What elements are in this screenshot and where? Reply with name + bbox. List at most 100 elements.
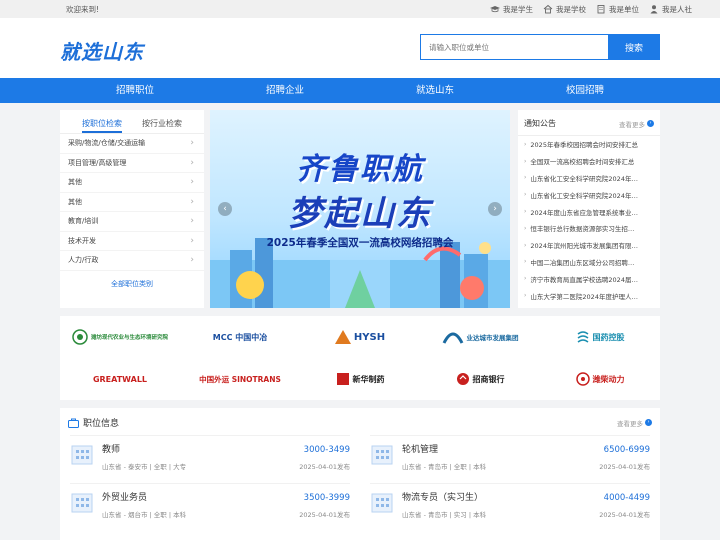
nav-campus[interactable]: 校园招聘 bbox=[510, 78, 660, 103]
nav-shandong[interactable]: 就选山东 bbox=[360, 78, 510, 103]
search-input[interactable] bbox=[420, 34, 608, 60]
job-date: 2025-04-01发布 bbox=[599, 463, 650, 471]
notice-item-text: 山东省化工安全科学研究院2024年… bbox=[530, 191, 638, 200]
building-icon bbox=[371, 493, 393, 513]
chevron-left-icon: ‹ bbox=[223, 204, 227, 214]
notice-item-text: 2024年滨州阳光城市发展集团有限… bbox=[530, 242, 638, 251]
link-hr-dept[interactable]: 我是人社 bbox=[649, 4, 692, 15]
category-item[interactable]: 采购/物流/仓储/交通运输 › bbox=[60, 134, 204, 154]
company-logo[interactable]: 国药控股 bbox=[576, 330, 625, 344]
job-listing-title: 职位信息 bbox=[83, 419, 120, 429]
category-item[interactable]: 教育/培训 › bbox=[60, 212, 204, 232]
bullet-icon: › bbox=[524, 241, 527, 249]
job-title: 外贸业务员 bbox=[102, 493, 148, 503]
search-button[interactable]: 搜索 bbox=[608, 34, 660, 60]
company-logo[interactable]: 新华制药 bbox=[336, 372, 385, 386]
notice-item-text: 全国双一流高校招聘会时间安排汇总 bbox=[530, 158, 635, 167]
notice-item[interactable]: › 山东省化工安全科学研究院2024年… bbox=[518, 186, 660, 203]
company-name: GREATWALL bbox=[92, 374, 148, 384]
notice-item-text: 2025年春季校园招聘会时间安排汇总 bbox=[530, 141, 638, 150]
notice-item[interactable]: › 2024年滨州阳光城市发展集团有限… bbox=[518, 237, 660, 254]
category-item[interactable]: 其他 › bbox=[60, 173, 204, 193]
notice-item[interactable]: › 2024年度山东省应急管理系统事业… bbox=[518, 203, 660, 220]
company-logo[interactable]: MCC 中国中冶 bbox=[213, 332, 268, 343]
company-name: 业达城市发展集团 bbox=[466, 334, 519, 342]
company-name: 招商银行 bbox=[472, 374, 505, 384]
category-label: 教育/培训 bbox=[68, 217, 99, 226]
notice-item[interactable]: › 济宁市教育局直属学校选聘2024届… bbox=[518, 270, 660, 287]
link-employer[interactable]: 我是单位 bbox=[596, 4, 639, 15]
category-label: 技术开发 bbox=[68, 236, 96, 245]
site-logo[interactable]: 就选山东 bbox=[60, 36, 144, 65]
briefcase-icon bbox=[68, 418, 79, 428]
notice-item[interactable]: › 山东大学第二医院2024年度护理人… bbox=[518, 287, 660, 304]
category-item[interactable]: 其他 › bbox=[60, 193, 204, 212]
company-logo[interactable]: 招商银行 bbox=[456, 372, 505, 386]
category-item[interactable]: 技术开发 › bbox=[60, 232, 204, 251]
tab-by-position[interactable]: 按职位检索 bbox=[82, 118, 122, 133]
chevron-right-icon: › bbox=[190, 138, 194, 149]
job-more-link[interactable]: 查看更多 › bbox=[617, 418, 652, 428]
chevron-right-icon: › bbox=[190, 255, 194, 266]
notice-item[interactable]: › 恒丰银行总行数据资源部实习生招… bbox=[518, 220, 660, 237]
category-item[interactable]: 人力/行政 › bbox=[60, 251, 204, 271]
link-student[interactable]: 我是学生 bbox=[490, 4, 533, 15]
notice-item[interactable]: › 中国二冶集团山东区域分公司招聘… bbox=[518, 254, 660, 271]
welcome-text: 欢迎来到! bbox=[66, 4, 100, 14]
job-row-bottom: 山东省 - 泰安市 | 全职 | 大专 2025-04-01发布 bbox=[102, 461, 350, 471]
job-salary: 3500-3999 bbox=[303, 493, 350, 503]
link-school[interactable]: 我是学校 bbox=[543, 4, 586, 15]
banner-next-button[interactable]: › bbox=[488, 202, 502, 216]
company-logo-grid: 潍坊现代农业与生态环境研究院 MCC 中国中冶 HYSH 业达城市发展集团 国药… bbox=[60, 316, 660, 400]
notice-more-link[interactable]: 查看更多 › bbox=[619, 119, 654, 129]
banner-title-line2: 梦起山东 bbox=[288, 194, 432, 234]
company-logo[interactable]: 业达城市发展集团 bbox=[442, 329, 519, 345]
job-card[interactable]: 外贸业务员 3500-3999 山东省 - 烟台市 | 全职 | 本科 2025-0… bbox=[70, 483, 350, 531]
nav-companies[interactable]: 招聘企业 bbox=[210, 78, 360, 103]
job-date: 2025-04-01发布 bbox=[299, 463, 350, 471]
job-card[interactable]: 物流专员（实习生） 4000-4499 山东省 - 青岛市 | 实习 | 本科 20… bbox=[370, 483, 650, 531]
category-item[interactable]: 项目管理/高级管理 › bbox=[60, 154, 204, 173]
all-categories-link[interactable]: 全部职位类别 bbox=[60, 271, 204, 289]
notice-title: 通知公告 bbox=[524, 119, 556, 128]
job-salary: 6500-6999 bbox=[603, 445, 650, 455]
company-emblem-icon bbox=[456, 373, 469, 385]
company-logo[interactable]: 中国外运 SINOTRANS bbox=[199, 374, 281, 385]
job-title: 轮机管理 bbox=[402, 445, 439, 455]
arrow-right-icon: › bbox=[647, 120, 654, 127]
notice-item[interactable]: › 全国双一流高校招聘会时间安排汇总 bbox=[518, 153, 660, 170]
top-bar: 欢迎来到! 我是学生 我是学校 我是单位 我是人社 bbox=[0, 0, 720, 18]
job-body: 轮机管理 6500-6999 山东省 - 青岛市 | 全职 | 本科 2025-04… bbox=[402, 442, 650, 471]
category-tabs: 按职位检索 按行业检索 bbox=[60, 110, 204, 134]
banner-carousel[interactable]: 齐鲁职航 梦起山东 2025年春季全国双一流高校网络招聘会 ‹ › bbox=[210, 110, 510, 308]
banner-prev-button[interactable]: ‹ bbox=[218, 202, 232, 216]
company-logo[interactable]: GREATWALL bbox=[93, 375, 147, 384]
notice-item-text: 山东大学第二医院2024年度护理人… bbox=[530, 292, 638, 301]
banner-subtitle: 2025年春季全国双一流高校网络招聘会 bbox=[266, 237, 454, 249]
notice-item[interactable]: › 2025年春季校园招聘会时间安排汇总 bbox=[518, 136, 660, 153]
tab-by-industry[interactable]: 按行业检索 bbox=[142, 118, 182, 133]
company-emblem-icon bbox=[72, 329, 88, 345]
company-logo[interactable]: 潍坊现代农业与生态环境研究院 bbox=[72, 329, 168, 345]
job-body: 物流专员（实习生） 4000-4499 山东省 - 青岛市 | 实习 | 本科 20… bbox=[402, 490, 650, 519]
role-links: 我是学生 我是学校 我是单位 我是人社 bbox=[490, 4, 692, 15]
job-date: 2025-04-01发布 bbox=[599, 511, 650, 519]
company-logo[interactable]: 潍柴动力 bbox=[575, 372, 625, 386]
job-salary: 3000-3499 bbox=[303, 445, 350, 455]
company-logo[interactable]: HYSH bbox=[334, 330, 385, 344]
job-card[interactable]: 教师 3000-3499 山东省 - 泰安市 | 全职 | 大专 2025-04-0… bbox=[70, 435, 350, 483]
job-listing-title-wrap: 职位信息 bbox=[68, 416, 119, 429]
notice-item-text: 恒丰银行总行数据资源部实习生招… bbox=[530, 225, 635, 234]
job-title: 教师 bbox=[102, 445, 121, 455]
notice-item[interactable]: › 山东省化工安全科学研究院2024年… bbox=[518, 170, 660, 187]
nav-jobs[interactable]: 招聘职位 bbox=[60, 78, 210, 103]
main-nav: 招聘职位 招聘企业 就选山东 校园招聘 bbox=[0, 78, 720, 103]
banner-title-line1: 齐鲁职航 bbox=[296, 152, 424, 187]
link-employer-label: 我是单位 bbox=[609, 4, 639, 14]
job-card[interactable]: 轮机管理 6500-6999 山东省 - 青岛市 | 全职 | 本科 2025-04… bbox=[370, 435, 650, 483]
bullet-icon: › bbox=[524, 157, 527, 165]
company-emblem-icon bbox=[577, 331, 588, 343]
chevron-right-icon: › bbox=[190, 157, 194, 168]
company-emblem-icon bbox=[336, 373, 349, 385]
job-meta: 山东省 - 烟台市 | 全职 | 本科 bbox=[102, 511, 187, 519]
